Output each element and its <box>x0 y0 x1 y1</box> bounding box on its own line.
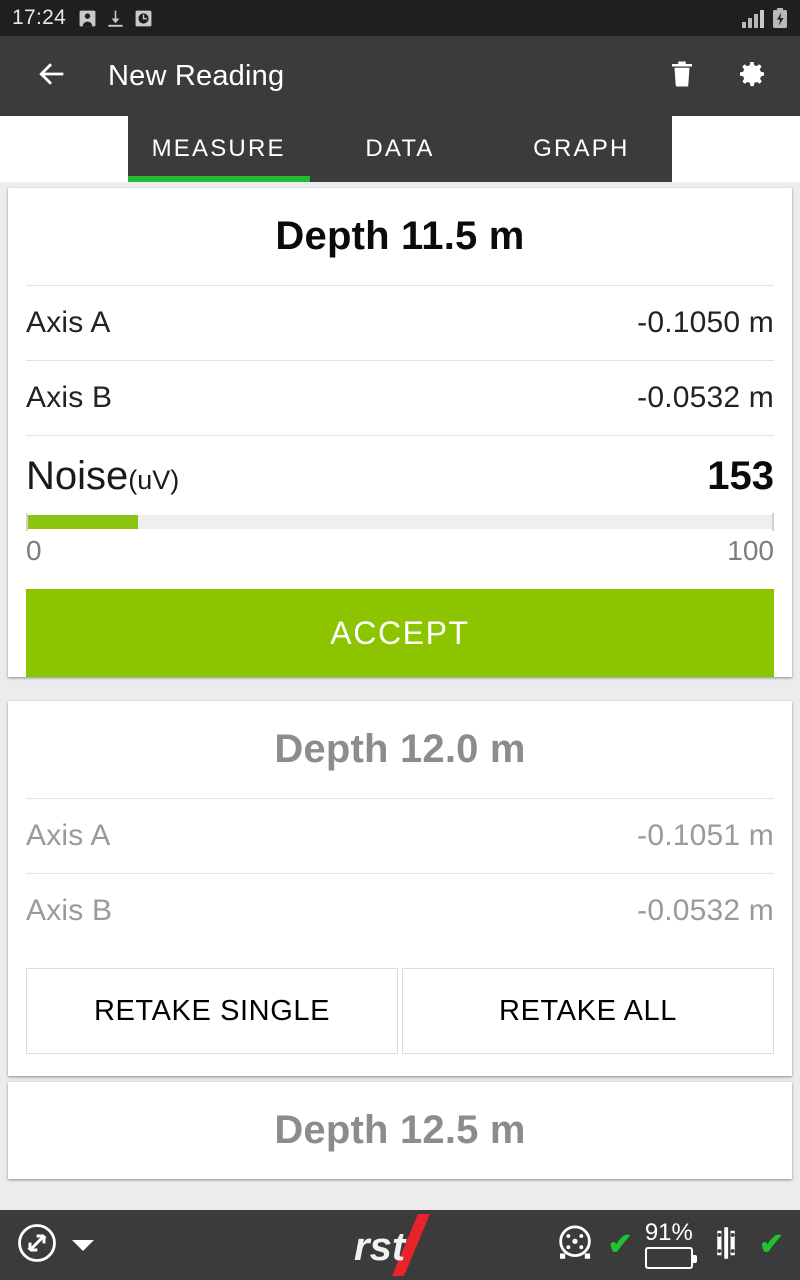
clock-icon <box>134 9 153 28</box>
rst-logo: rst <box>340 1210 460 1280</box>
upcoming-reading-title: Depth 12.5 m <box>274 1108 526 1152</box>
noise-label: Noise <box>26 454 129 498</box>
table-row: Axis B -0.0532 m <box>26 873 774 948</box>
battery-status: 91% <box>644 1219 697 1269</box>
axis-a-value: -0.1050 m <box>637 306 774 339</box>
bottom-bar: rst ✔ 91% ✔ <box>0 1210 800 1280</box>
svg-text:rst: rst <box>354 1225 407 1269</box>
table-row: Axis B -0.0532 m <box>26 360 774 435</box>
settings-button[interactable] <box>728 52 776 100</box>
retake-all-button[interactable]: RETAKE ALL <box>402 968 774 1054</box>
battery-icon <box>644 1247 697 1269</box>
status-bar: 17:24 <box>0 0 800 36</box>
bottom-bar-status: ✔ 91% ✔ <box>554 1221 784 1269</box>
retake-buttons: RETAKE SINGLE RETAKE ALL <box>26 948 774 1076</box>
save-icon <box>78 9 97 28</box>
tab-bar: MEASURE DATA GRAPH <box>0 116 800 182</box>
retake-single-button[interactable]: RETAKE SINGLE <box>26 968 398 1054</box>
probe-status-check: ✔ <box>758 1228 784 1261</box>
download-icon <box>106 9 125 28</box>
battery-percent-label: 91% <box>644 1219 693 1246</box>
tab-data[interactable]: DATA <box>309 116 490 182</box>
accept-button[interactable]: ACCEPT <box>26 589 774 677</box>
back-arrow-icon <box>35 57 69 96</box>
reel-status-check: ✔ <box>607 1228 633 1261</box>
back-button[interactable] <box>28 52 76 100</box>
noise-label-group: Noise(uV) <box>26 454 179 499</box>
table-row: Axis A -0.1050 m <box>26 285 774 360</box>
axis-b-value: -0.0532 m <box>637 894 774 927</box>
noise-scale-min: 0 <box>26 535 42 566</box>
next-reading-title: Depth 12.0 m <box>274 727 526 771</box>
tab-measure[interactable]: MEASURE <box>128 116 309 182</box>
axis-a-value: -0.1051 m <box>637 819 774 852</box>
battery-charging-icon <box>772 8 788 28</box>
status-notification-icons <box>78 9 153 28</box>
noise-progress-bar <box>26 513 774 531</box>
noise-value: 153 <box>707 454 774 498</box>
gear-icon <box>736 58 768 95</box>
noise-row: Noise(uV) 153 <box>26 435 774 509</box>
status-right-icons <box>742 8 788 28</box>
tab-graph[interactable]: GRAPH <box>491 116 672 182</box>
axis-b-value: -0.0532 m <box>637 381 774 414</box>
table-row: Axis A -0.1051 m <box>26 798 774 873</box>
axis-a-label: Axis A <box>26 306 111 339</box>
tab-strip: MEASURE DATA GRAPH <box>128 116 672 182</box>
reel-status-icon <box>554 1222 596 1269</box>
bottom-bar-left <box>16 1222 94 1269</box>
trash-icon <box>667 59 697 94</box>
app-bar: New Reading <box>0 36 800 116</box>
app-bar-actions <box>658 52 776 100</box>
next-reading-card: Depth 12.0 m Axis A -0.1051 m Axis B -0.… <box>8 701 792 1076</box>
noise-bar-ticks <box>26 513 774 531</box>
active-reading-title: Depth 11.5 m <box>275 214 525 258</box>
expand-arrows-circle-icon[interactable] <box>16 1222 58 1269</box>
chevron-down-icon[interactable] <box>72 1239 94 1251</box>
noise-unit: (uV) <box>128 465 180 495</box>
delete-button[interactable] <box>658 52 706 100</box>
signal-bars-icon <box>742 10 764 28</box>
status-clock: 17:24 <box>12 6 67 29</box>
noise-scale: 0 100 <box>26 529 774 567</box>
page-title: New Reading <box>108 59 285 92</box>
active-reading-card: Depth 11.5 m Axis A -0.1050 m Axis B -0.… <box>8 188 792 677</box>
axis-a-label: Axis A <box>26 819 111 852</box>
axis-b-label: Axis B <box>26 894 113 927</box>
probe-status-icon <box>705 1222 747 1269</box>
axis-b-label: Axis B <box>26 381 113 414</box>
noise-scale-max: 100 <box>727 535 774 566</box>
upcoming-reading-card: Depth 12.5 m <box>8 1082 792 1179</box>
readings-list[interactable]: Depth 11.5 m Axis A -0.1050 m Axis B -0.… <box>0 182 800 1210</box>
app-screen: 17:24 New Reading MEASURE DATA GRAPH Dep… <box>0 0 800 1280</box>
